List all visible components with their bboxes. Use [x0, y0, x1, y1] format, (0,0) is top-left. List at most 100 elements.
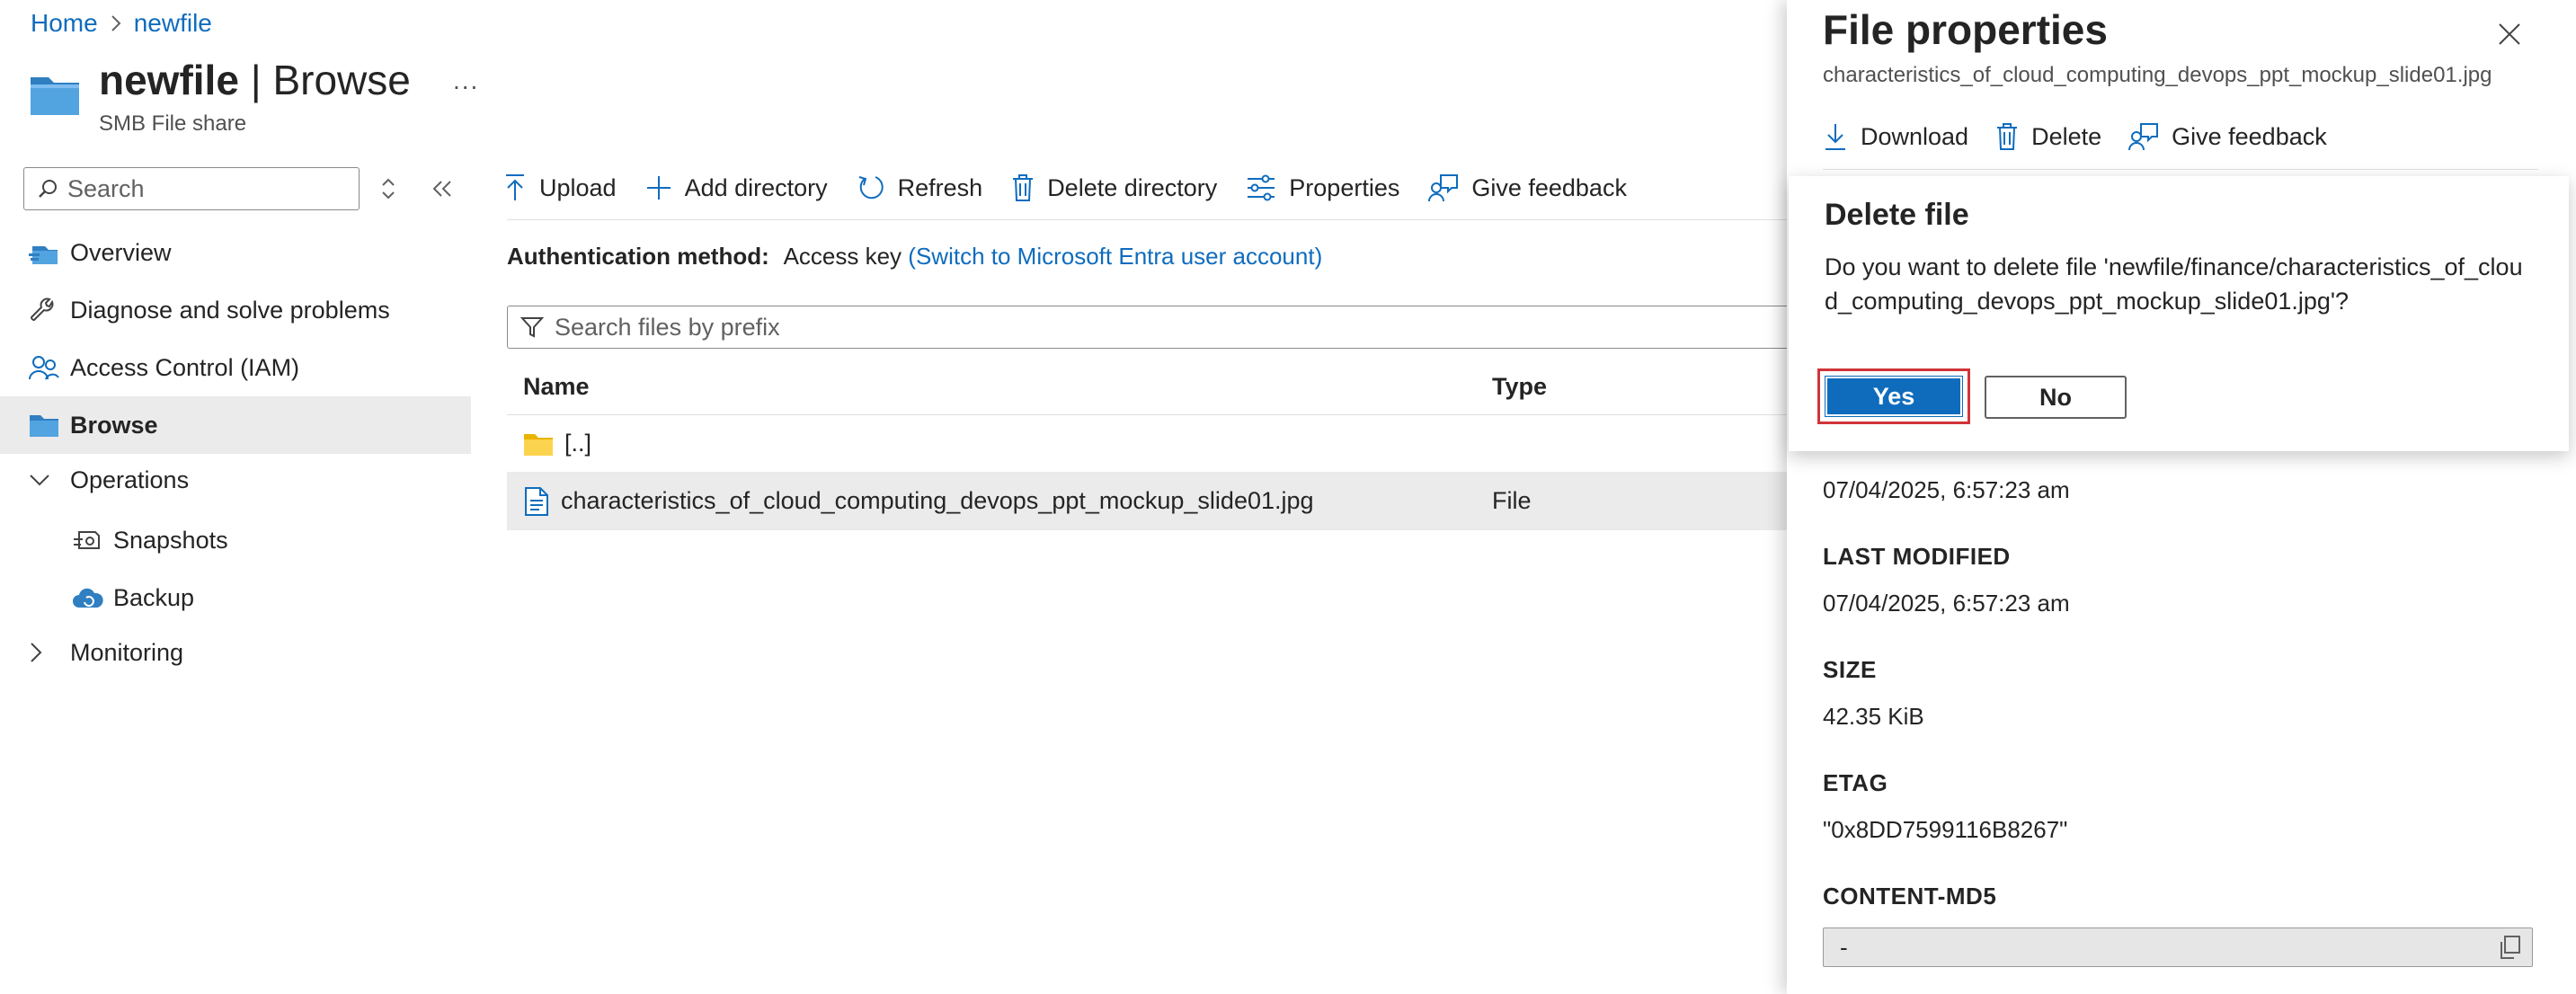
search-icon	[37, 178, 58, 200]
refresh-label: Refresh	[897, 173, 983, 201]
size-value: 42.35 KiB	[1823, 703, 1924, 730]
file-filter-box[interactable]	[507, 306, 1801, 349]
sidebar-item-operations[interactable]: Operations	[0, 451, 471, 509]
copy-icon[interactable]	[2498, 935, 2521, 960]
double-chevron-left-icon	[432, 181, 451, 197]
delete-label: Delete	[2031, 122, 2102, 150]
yes-button-highlight: Yes	[1817, 368, 1970, 424]
breadcrumb-home-link[interactable]: Home	[31, 9, 98, 38]
sidebar-search-box[interactable]	[23, 167, 360, 210]
upload-icon	[506, 174, 524, 200]
refresh-icon	[858, 176, 884, 200]
page-subtitle: SMB File share	[99, 111, 247, 136]
people-icon	[29, 354, 70, 381]
etag-label: ETAG	[1823, 769, 1888, 796]
more-options-button[interactable]: ...	[453, 67, 479, 95]
plus-icon	[646, 176, 671, 200]
upload-button[interactable]: Upload	[503, 173, 617, 202]
file-name[interactable]: [..]	[564, 430, 591, 457]
page-title-separator: |	[238, 57, 273, 103]
give-feedback-button[interactable]: Give feedback	[1428, 173, 1627, 202]
file-properties-panel: File properties characteristics_of_cloud…	[1787, 0, 2576, 994]
folder-icon	[524, 433, 553, 456]
sidebar-search-input[interactable]	[66, 173, 335, 204]
sidebar-item-browse[interactable]: Browse	[0, 396, 471, 454]
page-title: newfile | Browse	[99, 56, 411, 104]
upload-label: Upload	[539, 173, 617, 201]
trash-icon	[1013, 174, 1034, 201]
dialog-title: Delete file	[1825, 198, 1969, 232]
column-header-type[interactable]: Type	[1492, 373, 1762, 401]
sort-button[interactable]	[374, 174, 403, 203]
refresh-button[interactable]: Refresh	[857, 173, 983, 202]
overview-icon	[29, 239, 70, 266]
file-filter-input[interactable]	[553, 312, 1721, 342]
panel-title: File properties	[1823, 6, 2108, 53]
page-title-name: newfile	[99, 57, 239, 103]
properties-label: Properties	[1289, 173, 1400, 201]
file-share-icon	[29, 70, 81, 117]
panel-toolbar: Download Delete Give feedback	[1823, 110, 2354, 164]
cloud-backup-icon	[72, 584, 113, 611]
sidebar-item-label: Operations	[70, 466, 190, 493]
trash-icon	[1997, 123, 2018, 150]
snapshot-icon	[72, 527, 113, 554]
add-directory-button[interactable]: Add directory	[645, 174, 828, 202]
chevron-right-icon	[98, 5, 134, 41]
auth-value: Access key	[783, 243, 902, 270]
column-header-name[interactable]: Name	[507, 373, 1492, 401]
last-modified-label: LAST MODIFIED	[1823, 543, 2011, 570]
toolbar-divider	[507, 219, 1792, 220]
panel-give-feedback-button[interactable]: Give feedback	[2128, 122, 2327, 151]
sidebar-item-access-control[interactable]: Access Control (IAM)	[0, 339, 471, 396]
sidebar-item-label: Monitoring	[70, 638, 184, 666]
file-name[interactable]: characteristics_of_cloud_computing_devop…	[561, 487, 1314, 515]
sidebar-item-backup[interactable]: Backup	[0, 569, 471, 626]
last-modified-value: 07/04/2025, 6:57:23 am	[1823, 590, 2070, 617]
content-md5-field: -	[1823, 927, 2533, 967]
delete-directory-button[interactable]: Delete directory	[1011, 173, 1217, 202]
sidebar-item-label: Diagnose and solve problems	[70, 296, 390, 324]
file-type: File	[1492, 487, 1532, 514]
panel-subtitle: characteristics_of_cloud_computing_devop…	[1823, 63, 2492, 87]
chevron-down-icon	[29, 473, 70, 487]
sidebar-item-label: Snapshots	[113, 526, 228, 554]
collapse-sidebar-button[interactable]	[426, 174, 458, 203]
page-title-page: Browse	[272, 57, 411, 103]
files-table-header: Name Type	[507, 359, 1801, 415]
add-directory-label: Add directory	[684, 173, 828, 201]
table-row[interactable]: characteristics_of_cloud_computing_devop…	[507, 473, 1801, 530]
content-md5-value: -	[1840, 933, 1848, 961]
feedback-icon	[1428, 174, 1459, 202]
sidebar-item-overview[interactable]: Overview	[0, 224, 471, 281]
dialog-message: Do you want to delete file 'newfile/fina…	[1825, 253, 2523, 315]
folder-icon	[29, 413, 70, 438]
sidebar-item-diagnose[interactable]: Diagnose and solve problems	[0, 281, 471, 339]
created-value: 07/04/2025, 6:57:23 am	[1823, 476, 2070, 503]
properties-button[interactable]: Properties	[1246, 174, 1399, 202]
auth-label: Authentication method:	[507, 243, 769, 270]
breadcrumb: Home newfile	[31, 5, 212, 41]
etag-value: "0x8DD7599116B8267"	[1823, 816, 2068, 843]
sliders-icon	[1248, 174, 1275, 201]
sort-icon	[382, 178, 395, 200]
feedback-icon	[2128, 123, 2159, 151]
sidebar-item-label: Browse	[70, 411, 158, 439]
delete-button[interactable]: Delete	[1995, 122, 2101, 151]
main-toolbar: Upload Add directory Refresh Delete dire…	[503, 160, 1656, 216]
table-row[interactable]: [..]	[507, 415, 1801, 473]
chevron-right-icon	[29, 642, 70, 663]
download-button[interactable]: Download	[1823, 122, 1968, 151]
no-button[interactable]: No	[1985, 376, 2127, 419]
switch-auth-link[interactable]: (Switch to Microsoft Entra user account)	[908, 243, 1322, 270]
close-panel-button[interactable]	[2490, 14, 2529, 54]
yes-button[interactable]: Yes	[1825, 376, 1963, 417]
sidebar-item-snapshots[interactable]: Snapshots	[0, 511, 471, 569]
breadcrumb-current-link[interactable]: newfile	[134, 9, 212, 38]
authentication-method: Authentication method: Access key (Switc…	[507, 243, 1322, 271]
size-label: SIZE	[1823, 656, 1877, 683]
sidebar-item-label: Access Control (IAM)	[70, 353, 300, 381]
sidebar-item-monitoring[interactable]: Monitoring	[0, 624, 471, 681]
panel-give-feedback-label: Give feedback	[2172, 122, 2327, 150]
filter-icon	[520, 315, 544, 339]
